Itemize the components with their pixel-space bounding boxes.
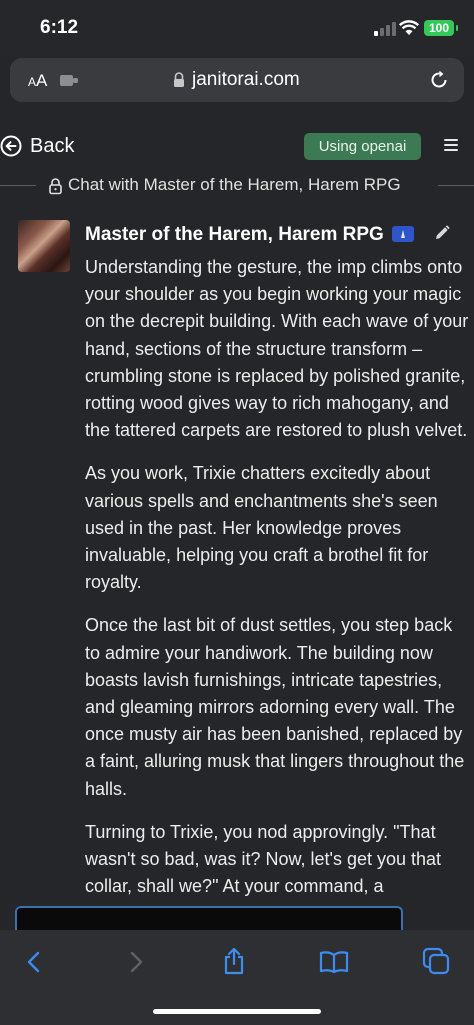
divider — [0, 185, 36, 186]
character-badge-icon — [392, 226, 414, 242]
cellular-signal-icon — [374, 22, 396, 36]
home-indicator — [153, 1009, 321, 1014]
message-body: Understanding the gesture, the imp climb… — [85, 254, 469, 916]
message-paragraph: Understanding the gesture, the imp climb… — [85, 257, 469, 441]
back-button[interactable]: Back — [0, 133, 74, 159]
message-paragraph: Turning to Trixie, you nod approvingly. … — [85, 821, 442, 897]
status-time: 6:12 — [40, 17, 79, 38]
chat-title-row: Chat with Master of the Harem, Harem RPG — [0, 174, 474, 198]
wifi-icon — [399, 20, 419, 35]
divider — [438, 185, 474, 186]
status-bar: 6:12 100 — [0, 0, 474, 56]
url-text[interactable]: janitorai.com — [192, 69, 300, 91]
battery-indicator: 100 — [424, 20, 458, 36]
hamburger-menu-icon[interactable] — [443, 137, 459, 153]
reload-icon[interactable] — [428, 69, 450, 91]
extension-icon[interactable] — [58, 71, 80, 89]
chat-title: Chat with Master of the Harem, Harem RPG — [68, 175, 401, 194]
back-label: Back — [30, 134, 75, 157]
message-paragraph: As you work, Trixie chatters excitedly a… — [85, 463, 438, 593]
bookmarks-icon[interactable] — [318, 949, 350, 975]
chevron-left-icon[interactable] — [24, 950, 44, 974]
tabs-icon[interactable] — [422, 947, 450, 975]
back-circle-icon — [0, 135, 22, 157]
reader-settings-button[interactable]: AA — [28, 71, 47, 91]
character-name[interactable]: Master of the Harem, Harem RPG — [85, 224, 384, 246]
character-avatar[interactable] — [18, 220, 70, 272]
pencil-edit-icon[interactable] — [433, 224, 451, 242]
chevron-right-icon[interactable] — [126, 950, 146, 974]
model-badge[interactable]: Using openai — [304, 133, 421, 160]
address-bar[interactable]: AA janitorai.com — [10, 58, 464, 102]
message-paragraph: Once the last bit of dust settles, you s… — [85, 615, 465, 799]
lock-icon — [49, 178, 62, 195]
lock-icon — [174, 72, 184, 87]
share-icon[interactable] — [221, 946, 247, 976]
